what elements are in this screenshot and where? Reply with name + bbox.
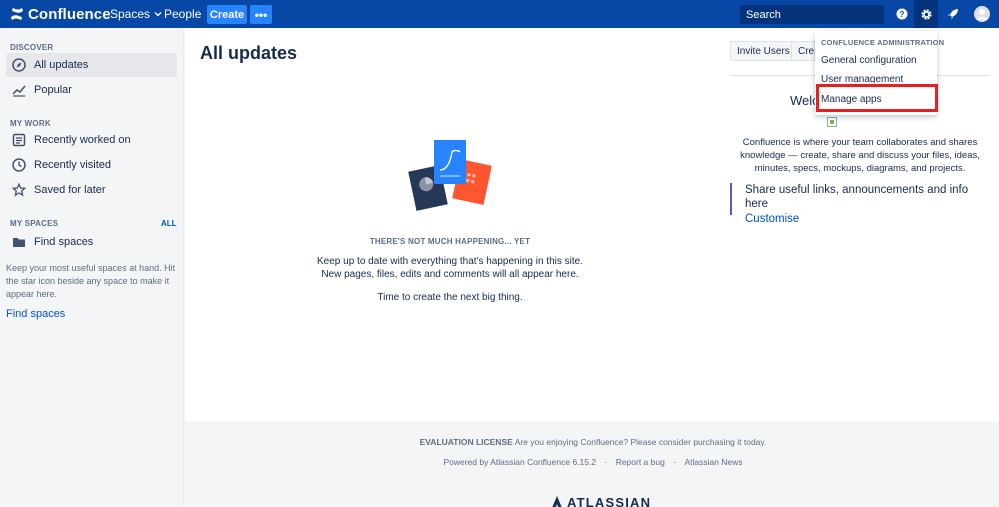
footer-separator: · xyxy=(673,457,677,467)
chevron-down-icon xyxy=(154,12,162,17)
license-label: EVALUATION LICENSE xyxy=(419,437,513,447)
welcome-text: Confluence is where your team collaborat… xyxy=(740,137,980,174)
svg-text:?: ? xyxy=(900,10,905,19)
sidebar-item-popular[interactable]: Popular xyxy=(6,78,177,102)
create-button[interactable]: Create xyxy=(207,5,247,24)
customise-link[interactable]: Customise xyxy=(745,211,990,228)
search-input[interactable] xyxy=(746,5,888,24)
my-work-section-title: MY WORK xyxy=(10,119,51,128)
menu-item-general-configuration[interactable]: General configuration xyxy=(821,55,937,66)
atlassian-logo-icon xyxy=(552,496,562,507)
sidebar-item-label: Recently worked on xyxy=(34,134,131,146)
discover-section-title: DISCOVER xyxy=(10,43,54,52)
people-link[interactable]: People xyxy=(164,7,201,21)
document-icon xyxy=(12,133,26,147)
sidebar-item-label: Popular xyxy=(34,84,72,96)
settings-button[interactable] xyxy=(914,0,938,28)
folder-icon xyxy=(13,238,25,247)
star-icon xyxy=(12,183,26,197)
footer-license: EVALUATION LICENSE Are you enjoying Conf… xyxy=(0,437,999,447)
confluence-logo[interactable]: Confluence xyxy=(10,5,111,23)
footer-separator: · xyxy=(604,457,608,467)
search-box[interactable] xyxy=(740,5,888,24)
sidebar-item-all-updates[interactable]: All updates xyxy=(6,53,177,77)
trending-icon xyxy=(12,85,26,97)
sidebar-item-label: Recently visited xyxy=(34,159,112,171)
empty-state-heading: THERE'S NOT MUCH HAPPENING... YET xyxy=(369,237,531,246)
find-spaces-link[interactable]: Find spaces xyxy=(6,308,65,320)
announcement-panel: Share useful links, announcements and in… xyxy=(730,183,990,225)
invite-users-button[interactable]: Invite Users xyxy=(730,41,797,61)
powered-by-text: Powered by Atlassian Confluence 6.15.2 xyxy=(443,457,597,467)
footer-links: Powered by Atlassian Confluence 6.15.2 ·… xyxy=(187,457,999,467)
avatar-icon xyxy=(974,6,990,22)
highlight-box xyxy=(816,84,938,112)
notifications-button[interactable] xyxy=(943,4,963,24)
brand-name: Confluence xyxy=(28,5,111,23)
spaces-menu-label: Spaces xyxy=(110,7,151,21)
atlassian-logo: ATLASSIAN xyxy=(551,495,651,507)
page-title: All updates xyxy=(200,43,298,63)
welcome-heading: Welc xyxy=(790,93,816,108)
compass-icon xyxy=(12,58,26,72)
help-icon: ? xyxy=(896,8,908,20)
my-spaces-all-link[interactable]: ALL xyxy=(161,219,177,228)
sidebar-item-label: Find spaces xyxy=(34,236,94,248)
announcement-text: Share useful links, announcements and in… xyxy=(745,184,969,210)
create-more-button[interactable]: ••• xyxy=(250,5,272,24)
sidebar-item-label: All updates xyxy=(34,59,89,71)
admin-menu-heading: CONFLUENCE ADMINISTRATION xyxy=(821,38,945,47)
sidebar: DISCOVER All updates Popular MY WORK Rec… xyxy=(0,28,184,507)
my-spaces-section-title: MY SPACES xyxy=(10,219,59,228)
license-text: Are you enjoying Confluence? Please cons… xyxy=(514,437,767,447)
help-button[interactable]: ? xyxy=(892,4,912,24)
sidebar-item-find-spaces[interactable]: Find spaces xyxy=(6,230,177,254)
sidebar-item-recently-worked-on[interactable]: Recently worked on xyxy=(6,128,177,152)
confluence-logo-icon xyxy=(10,7,24,21)
atlassian-news-link[interactable]: Atlassian News xyxy=(684,457,742,467)
empty-state-text: Keep up to date with everything that's h… xyxy=(317,256,583,280)
create-space-button[interactable]: Crea xyxy=(791,41,815,61)
empty-state-cta: Time to create the next big thing. xyxy=(377,292,523,303)
broken-image-icon xyxy=(827,117,837,127)
sidebar-item-recently-visited[interactable]: Recently visited xyxy=(6,153,177,177)
spaces-help-text: Keep your most useful spaces at hand. Hi… xyxy=(6,263,176,299)
user-avatar[interactable] xyxy=(972,4,992,24)
menu-item-user-management[interactable]: User management xyxy=(821,74,937,83)
spaces-menu[interactable]: Spaces xyxy=(110,7,162,21)
sidebar-item-saved-for-later[interactable]: Saved for later xyxy=(6,178,177,202)
top-navigation-bar: Confluence Spaces People Create ••• ? xyxy=(0,0,999,28)
atlassian-logo-text: ATLASSIAN xyxy=(567,495,652,507)
report-bug-link[interactable]: Report a bug xyxy=(616,457,665,467)
sidebar-item-label: Saved for later xyxy=(34,184,106,196)
clock-icon xyxy=(12,158,26,172)
rocket-icon xyxy=(948,9,958,19)
gear-icon xyxy=(920,8,932,20)
empty-state-illustration xyxy=(408,140,492,211)
